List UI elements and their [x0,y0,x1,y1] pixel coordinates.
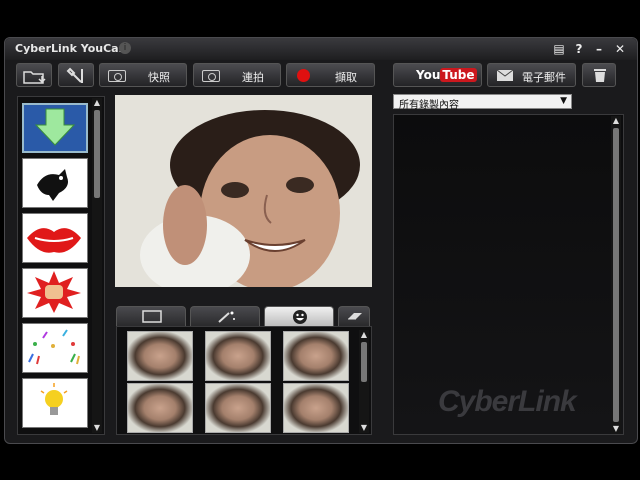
window-title: CyberLink YouCam [15,42,131,55]
tab-frames[interactable] [116,306,186,326]
burst-button[interactable]: 連拍 [193,63,281,87]
scroll-up-icon[interactable]: ▲ [359,330,369,340]
youtube-tube: Tube [440,68,477,82]
scroll-thumb[interactable] [361,342,367,382]
punch-effect-item[interactable] [22,268,88,318]
effects-scrollbar[interactable]: ▲ ▼ [92,98,102,433]
folder-import-icon [23,71,46,84]
trash-icon [594,69,606,82]
chevron-down-icon[interactable]: ▼ [560,96,567,106]
confetti-effect-item[interactable] [22,323,88,373]
fist-punch-icon [27,271,81,313]
eraser-icon [348,313,362,320]
download-effects-item[interactable] [22,103,88,153]
light-bulb-icon [40,383,68,415]
scroll-down-icon[interactable]: ▼ [359,423,369,433]
delete-button[interactable] [582,63,616,87]
email-label: 電子郵件 [522,71,566,84]
frame-icon [142,310,162,323]
lips-effect-item[interactable] [22,213,88,263]
burst-camera-icon [202,70,220,82]
close-icon[interactable]: ✕ [612,41,628,57]
bird-effect-item[interactable] [22,158,88,208]
scroll-thumb[interactable] [613,128,619,422]
tab-magic-effects[interactable] [190,306,260,326]
effect-thumbnail[interactable] [205,383,271,433]
tab-emotions[interactable] [264,306,334,326]
snapshot-label: 快照 [148,71,170,84]
scroll-down-icon[interactable]: ▼ [611,424,621,434]
cyberlink-watermark: CyberLink [438,385,577,418]
title-bar[interactable]: CyberLink YouCam i ▤ ? – ✕ [5,38,637,60]
effect-thumbnail[interactable] [283,331,349,381]
library-scrollbar[interactable]: ▲ ▼ [611,116,621,434]
effect-thumbnail[interactable] [127,383,193,433]
confetti-icon [28,329,80,365]
media-library-panel: CyberLink [393,114,624,435]
youtube-you: You [416,68,441,82]
effect-thumbnail[interactable] [127,331,193,381]
wrench-icon [66,67,83,83]
settings-icon[interactable]: ▤ [551,41,567,57]
record-button[interactable]: 擷取 [286,63,375,87]
snapshot-button[interactable]: 快照 [99,63,187,87]
youtube-button[interactable]: You Tube [393,63,482,87]
envelope-icon [496,69,514,81]
bulb-effect-item[interactable] [22,378,88,428]
tools-button[interactable] [58,63,94,87]
email-button[interactable]: 電子郵件 [487,63,576,87]
info-icon[interactable]: i [119,42,131,54]
face-video-frame [115,95,372,287]
burst-label: 連拍 [242,71,264,84]
lips-icon [27,228,81,253]
smiley-icon [293,310,307,324]
record-label: 擷取 [335,71,357,84]
youtube-logo: You Tube [416,68,477,82]
gallery-scrollbar[interactable]: ▲ ▼ [359,330,369,433]
recordings-filter-select[interactable]: 所有錄製內容 ▼ [393,94,572,111]
minimize-icon[interactable]: – [591,41,607,57]
scroll-up-icon[interactable]: ▲ [92,98,102,108]
import-button[interactable] [16,63,52,87]
effects-gallery [116,326,372,435]
scroll-down-icon[interactable]: ▼ [92,423,102,433]
help-icon[interactable]: ? [571,41,587,57]
record-icon [297,69,310,82]
magic-wand-icon [218,311,235,323]
tab-eraser[interactable] [338,306,370,326]
filter-value: 所有錄製內容 [399,100,459,111]
effect-thumbnail[interactable] [283,383,349,433]
scroll-thumb[interactable] [94,110,100,198]
bird-silhouette-icon [37,169,68,201]
effect-thumbnail[interactable] [205,331,271,381]
download-arrow-icon [34,108,76,146]
scroll-up-icon[interactable]: ▲ [611,116,621,126]
live-camera-preview [115,95,372,287]
camera-icon [108,70,126,82]
